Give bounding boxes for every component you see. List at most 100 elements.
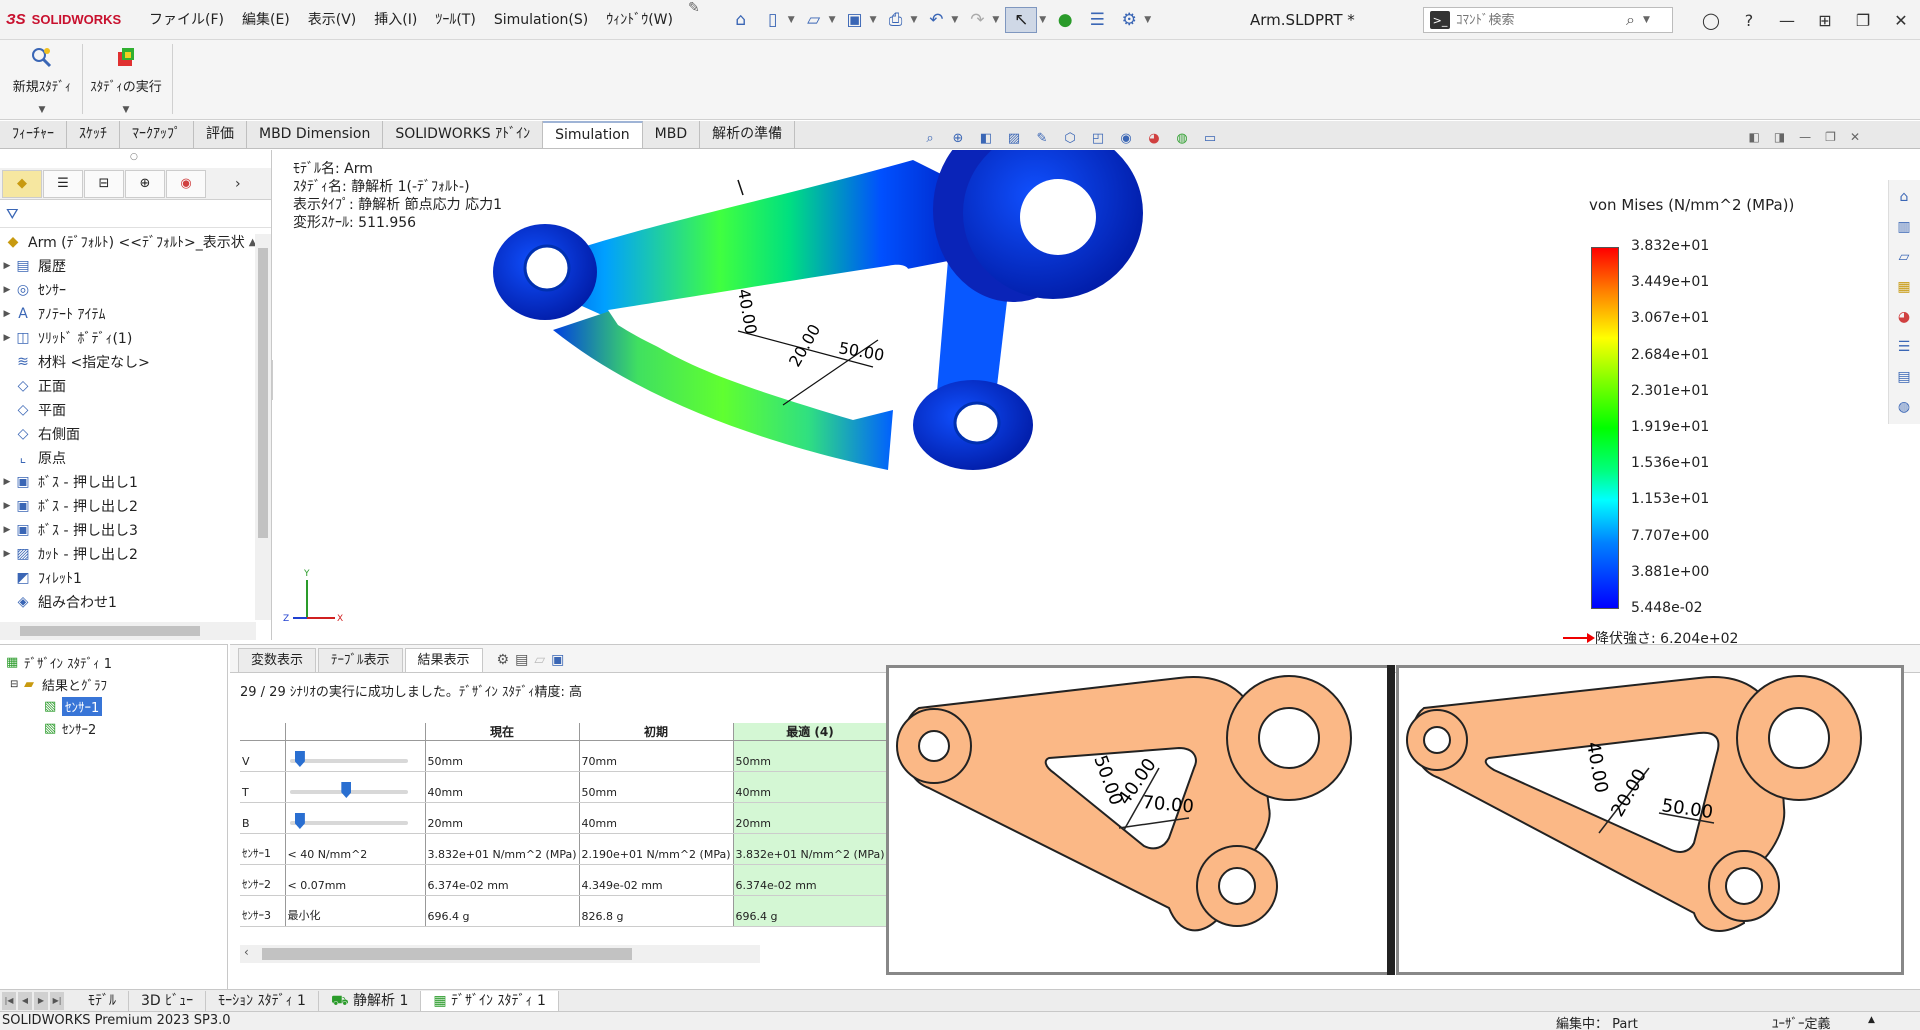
tab-3d-view[interactable]: 3D ﾋﾞｭｰ	[129, 990, 207, 1011]
table-row[interactable]: B 20mm 40mm 20mm	[240, 802, 888, 834]
help-icon[interactable]: ?	[1730, 0, 1768, 40]
rebuild-icon[interactable]: ●	[1052, 7, 1078, 33]
chevron-down-icon[interactable]: ▼	[1643, 15, 1650, 25]
chevron-down-icon[interactable]: ▼	[992, 15, 999, 25]
vertical-scrollbar[interactable]	[255, 234, 271, 620]
variable-slider[interactable]	[286, 747, 412, 771]
view-settings-icon[interactable]: ▭	[1199, 128, 1221, 148]
tab-simulation[interactable]: Simulation	[543, 121, 643, 148]
tab-markup[interactable]: ﾏｰｸｱｯﾌﾟ	[120, 121, 194, 148]
home-icon[interactable]: ⌂	[1889, 184, 1919, 210]
tab-sketch[interactable]: ｽｹｯﾁ	[67, 121, 120, 148]
tab-model[interactable]: ﾓﾃﾞﾙ	[76, 990, 129, 1011]
tab-table-view[interactable]: ﾃｰﾌﾞﾙ表示	[318, 648, 403, 672]
filter-icon[interactable]: ⛛	[0, 200, 271, 228]
tab-evaluate[interactable]: 評価	[194, 121, 247, 148]
last-tab-icon[interactable]: ▶|	[50, 991, 64, 1010]
save-icon[interactable]: ▣	[551, 652, 564, 668]
design-library-icon[interactable]: ▥	[1889, 214, 1919, 240]
tab-variable-view[interactable]: 変数表示	[238, 648, 317, 672]
tab-results-view[interactable]: 結果表示	[404, 648, 483, 672]
file-explorer-icon[interactable]: ▱	[1889, 244, 1919, 270]
section-view-icon[interactable]: ▨	[1003, 128, 1025, 148]
zoom-area-icon[interactable]: ⊕	[947, 128, 969, 148]
tree-root[interactable]: ◆ Arm (ﾃﾞﾌｫﾙﾄ) <<ﾃﾞﾌｫﾙﾄ>_表示状 ▲	[0, 230, 271, 254]
chevron-down-icon[interactable]: ▼	[788, 15, 795, 25]
restore-icon[interactable]: ❐	[1844, 0, 1882, 40]
expand-arrow-icon[interactable]: ▶	[0, 285, 14, 295]
chevron-down-icon[interactable]: ▼	[911, 15, 918, 25]
expand-arrow-icon[interactable]: ▶	[0, 309, 14, 319]
dimxpert-tab-icon[interactable]: ⊕	[125, 169, 165, 198]
property-manager-tab-icon[interactable]: ☰	[43, 169, 83, 198]
tab-analysis-prep[interactable]: 解析の準備	[700, 121, 796, 148]
slider-handle[interactable]	[341, 782, 352, 798]
prev-tab-icon[interactable]: ◀	[18, 991, 32, 1010]
scene-icon[interactable]: ◍	[1171, 128, 1193, 148]
expand-arrow-icon[interactable]: ▶	[0, 501, 14, 511]
table-horizontal-scrollbar[interactable]: ‹	[240, 945, 760, 963]
chevron-down-icon[interactable]: ▼	[829, 15, 836, 25]
next-tab-icon[interactable]: ▶	[34, 991, 48, 1010]
chevron-right-icon[interactable]: ›	[235, 176, 241, 192]
chevron-down-icon[interactable]: ▼	[86, 105, 166, 115]
tree-item[interactable]: ▶ ▣ ﾎﾞｽ - 押し出し3	[0, 518, 271, 542]
tab-motion-study[interactable]: ﾓｰｼｮﾝ ｽﾀﾃﾞｨ 1	[206, 990, 319, 1011]
zoom-to-fit-icon[interactable]: ⌕	[919, 128, 941, 148]
tree-item[interactable]: ≋ 材料 <指定なし>	[0, 350, 271, 374]
unit-system-selector[interactable]: ﾕｰｻﾞｰ定義	[1772, 1013, 1831, 1030]
slider-handle[interactable]	[294, 813, 305, 829]
dynamic-annotation-icon[interactable]: ✎	[1031, 128, 1053, 148]
run-study-button[interactable]: ｽﾀﾃﾞｨの実行 ▼	[86, 46, 166, 115]
view-orientation-icon[interactable]: ⬡	[1059, 128, 1081, 148]
optimal-shape-view[interactable]: 40.00 20.00 50.00	[1396, 665, 1904, 975]
save-icon[interactable]: ▣	[842, 7, 868, 33]
view-palette-icon[interactable]: ▦	[1889, 274, 1919, 300]
file-properties-icon[interactable]: ☰	[1084, 7, 1110, 33]
chevron-down-icon[interactable]: ▼	[2, 105, 82, 115]
stress-plot-model[interactable]: 40.00 20.00 50.00	[493, 150, 1193, 630]
tree-item[interactable]: ⌞ 原点	[0, 446, 271, 470]
pin-icon[interactable]: ✎	[682, 0, 706, 40]
command-search[interactable]: >_ ⌕ ▼	[1423, 7, 1673, 33]
tree-item[interactable]: ▶ ▨ ｶｯﾄ - 押し出し2	[0, 542, 271, 566]
tree-item[interactable]: ▶ A ｱﾉﾃｰﾄ ｱｲﾃﾑ	[0, 302, 271, 326]
search-icon[interactable]: ⌕	[1626, 10, 1635, 30]
design-study-root[interactable]: ▦ ﾃﾞｻﾞｲﾝ ｽﾀﾃﾞｨ 1	[0, 651, 227, 673]
restore-icon[interactable]: ❐	[1825, 130, 1836, 144]
scrollbar-thumb[interactable]	[20, 626, 200, 636]
table-row[interactable]: V 50mm 70mm 50mm	[240, 740, 888, 772]
expand-arrow-icon[interactable]: ▶	[0, 261, 14, 271]
sensor2-node[interactable]: ▧ ｾﾝｻｰ2	[0, 717, 227, 739]
variable-slider[interactable]	[286, 778, 412, 802]
search-input[interactable]	[1456, 12, 1626, 28]
chevron-up-icon[interactable]: ▲	[1868, 1015, 1875, 1025]
chevron-down-icon[interactable]: ▼	[870, 15, 877, 25]
solidworks-logo[interactable]: ЗS SOLIDWORKS	[0, 11, 140, 28]
tab-design-study[interactable]: ▦ ﾃﾞｻﾞｲﾝ ｽﾀﾃﾞｨ 1	[421, 990, 559, 1011]
configuration-tab-icon[interactable]: ⊟	[84, 169, 124, 198]
menu-view[interactable]: 表示(V)	[299, 0, 366, 40]
menu-window[interactable]: ｳｨﾝﾄﾞｳ(W)	[597, 0, 682, 40]
variable-slider[interactable]	[286, 809, 412, 833]
tab-features[interactable]: ﾌｨｰﾁｬｰ	[0, 121, 67, 148]
edit-appearance-icon[interactable]: ◕	[1143, 128, 1165, 148]
print-icon[interactable]: ⎙	[883, 7, 909, 33]
tab-static-analysis[interactable]: ⛟ 静解析 1	[319, 990, 422, 1011]
close-icon[interactable]: ✕	[1882, 0, 1920, 40]
tree-item[interactable]: ◇ 正面	[0, 374, 271, 398]
menu-edit[interactable]: 編集(E)	[233, 0, 299, 40]
settings-gear-icon[interactable]: ⚙	[497, 652, 510, 668]
graphics-area[interactable]: ⌕ ⊕ ◧ ▨ ✎ ⬡ ◰ ◉ ◕ ◍ ▭ ﾓﾃﾞﾙ名: Arm ｽﾀﾃﾞｨ名:…	[273, 130, 1920, 647]
home-icon[interactable]: ⌂	[728, 7, 754, 33]
previous-view-icon[interactable]: ◧	[975, 128, 997, 148]
panel-collapse-handle[interactable]: ○	[130, 152, 138, 162]
tree-item[interactable]: ▶ ▤ 履歴	[0, 254, 271, 278]
open-icon[interactable]: ▱	[801, 7, 827, 33]
display-style-icon[interactable]: ◰	[1087, 128, 1109, 148]
tree-item[interactable]: ▶ ◫ ｿﾘｯﾄﾞ ﾎﾞﾃﾞｨ(1)	[0, 326, 271, 350]
collapse-icon[interactable]: ⊟	[10, 679, 24, 690]
scrollbar-thumb[interactable]	[262, 948, 632, 960]
table-row[interactable]: ｾﾝｻｰ1 < 40 N/mm^2 3.832e+01 N/mm^2 (MPa) 2.…	[240, 833, 888, 865]
minimize-icon[interactable]: —	[1768, 0, 1806, 40]
